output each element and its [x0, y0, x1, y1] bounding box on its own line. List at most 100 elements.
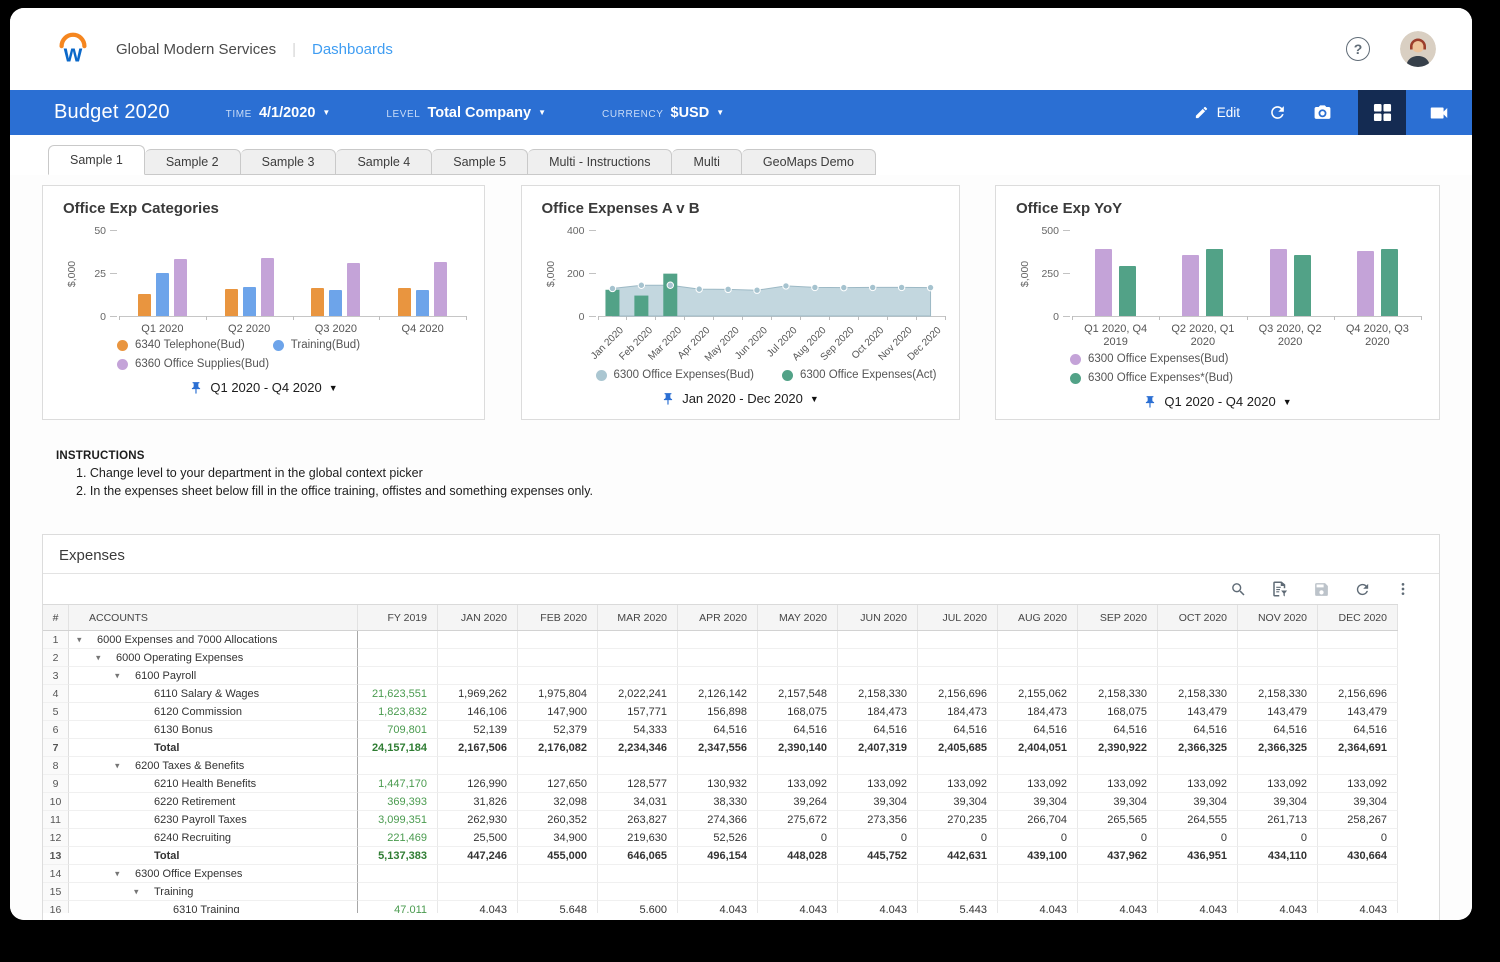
time-range-selector[interactable]: Q1 2020 - Q4 2020 ▼ — [1016, 394, 1419, 409]
time-picker[interactable]: TIME 4/1/2020 ▼ — [226, 105, 331, 121]
collapse-caret-icon[interactable]: ▾ — [96, 652, 101, 663]
bar — [243, 287, 256, 316]
dashboards-link[interactable]: Dashboards — [312, 41, 393, 58]
month-cell: 2,390,140 — [758, 739, 838, 757]
column-header: SEP 2020 — [1078, 605, 1158, 630]
month-cell: 0 — [1078, 829, 1158, 847]
row-number: 4 — [43, 685, 69, 703]
time-range-label: Q1 2020 - Q4 2020 — [1164, 394, 1275, 409]
month-cell: 184,473 — [918, 703, 998, 721]
help-icon[interactable]: ? — [1346, 37, 1370, 61]
collapse-caret-icon[interactable]: ▾ — [115, 868, 120, 879]
x-tick-mark — [1247, 316, 1248, 320]
refresh-icon — [1354, 581, 1371, 598]
row-number: 2 — [43, 649, 69, 667]
tab-multi[interactable]: Multi — [672, 149, 741, 175]
month-cell: 64,516 — [918, 721, 998, 739]
month-cell — [998, 667, 1078, 685]
refresh-button[interactable] — [1268, 103, 1287, 122]
legend-item: 6340 Telephone(Bud) — [117, 337, 245, 353]
tab-bar: Sample 1Sample 2Sample 3Sample 4Sample 5… — [10, 145, 1472, 175]
instructions-title: INSTRUCTIONS — [56, 450, 1440, 462]
table-row: 1▾6000 Expenses and 7000 Allocations — [43, 631, 1398, 649]
tab-multi-instructions[interactable]: Multi - Instructions — [528, 149, 672, 175]
chart-title: Office Exp YoY — [1016, 200, 1419, 217]
month-cell: 2,156,696 — [918, 685, 998, 703]
save-icon — [1313, 581, 1330, 598]
collapse-caret-icon[interactable]: ▾ — [115, 760, 120, 771]
level-picker[interactable]: LEVEL Total Company ▼ — [386, 105, 546, 121]
column-header: DEC 2020 — [1318, 605, 1398, 630]
collapse-caret-icon[interactable]: ▾ — [115, 670, 120, 681]
column-header: AUG 2020 — [998, 605, 1078, 630]
fy2019-cell: 3,099,351 — [358, 811, 438, 829]
month-cell: 4,043 — [1158, 901, 1238, 913]
chevron-down-icon: ▼ — [1283, 397, 1292, 407]
tab-sample-4[interactable]: Sample 4 — [336, 149, 432, 175]
month-cell — [1158, 631, 1238, 649]
month-cell — [838, 649, 918, 667]
y-tick-label: 500 — [1041, 226, 1059, 236]
account-label: 6310 Training — [173, 904, 240, 914]
account-cell: ▾6300 Office Expenses — [69, 865, 358, 883]
edit-button[interactable]: Edit — [1194, 105, 1240, 120]
month-cell: 448,028 — [758, 847, 838, 865]
table-row: 13Total5,137,383447,246455,000646,065496… — [43, 847, 1398, 865]
save-button[interactable] — [1313, 581, 1330, 598]
month-cell — [1318, 649, 1398, 667]
collapse-caret-icon[interactable]: ▾ — [77, 634, 82, 645]
workday-logo[interactable]: w — [54, 30, 92, 68]
grid-view-button[interactable] — [1358, 90, 1406, 135]
month-cell: 447,246 — [438, 847, 518, 865]
snapshot-button[interactable] — [1313, 103, 1332, 122]
month-cell: 2,364,691 — [1318, 739, 1398, 757]
month-cell: 64,516 — [1318, 721, 1398, 739]
legend-dot-icon — [273, 340, 284, 351]
time-range-selector[interactable]: Q1 2020 - Q4 2020 ▼ — [63, 380, 464, 395]
month-cell: 127,650 — [518, 775, 598, 793]
month-cell — [1238, 865, 1318, 883]
filter-button[interactable] — [1271, 580, 1289, 598]
bar — [174, 259, 187, 316]
tab-sample-3[interactable]: Sample 3 — [241, 149, 337, 175]
currency-picker[interactable]: CURRENCY $USD ▼ — [602, 105, 724, 121]
search-button[interactable] — [1230, 581, 1247, 598]
account-cell: 6130 Bonus — [69, 721, 358, 739]
refresh-table-button[interactable] — [1354, 581, 1371, 598]
month-cell: 265,565 — [1078, 811, 1158, 829]
month-cell: 133,092 — [838, 775, 918, 793]
y-tick-label: 200 — [567, 269, 585, 279]
video-button[interactable] — [1428, 102, 1450, 124]
row-number: 15 — [43, 883, 69, 901]
y-tick-mark — [1063, 230, 1070, 231]
row-number: 7 — [43, 739, 69, 757]
month-cell: 258,267 — [1318, 811, 1398, 829]
month-cell: 2,167,506 — [438, 739, 518, 757]
month-cell — [438, 649, 518, 667]
plot-area: $,0000200400Jan 2020Feb 2020Mar 2020Apr … — [542, 231, 939, 317]
avatar[interactable] — [1400, 31, 1436, 67]
more-menu-button[interactable] — [1395, 581, 1411, 597]
account-cell: 6110 Salary & Wages — [69, 685, 358, 703]
month-cell: 52,139 — [438, 721, 518, 739]
legend-dot-icon — [117, 359, 128, 370]
tab-sample-2[interactable]: Sample 2 — [145, 149, 241, 175]
row-number: 10 — [43, 793, 69, 811]
table-row: 15▾Training — [43, 883, 1398, 901]
column-header: MAR 2020 — [598, 605, 678, 630]
tab-sample-5[interactable]: Sample 5 — [432, 149, 528, 175]
month-cell: 64,516 — [1158, 721, 1238, 739]
kebab-menu-icon — [1395, 581, 1411, 597]
collapse-caret-icon[interactable]: ▾ — [134, 886, 139, 897]
month-cell — [1078, 757, 1158, 775]
month-cell — [1238, 631, 1318, 649]
month-cell: 0 — [838, 829, 918, 847]
month-cell — [598, 883, 678, 901]
tab-sample-1[interactable]: Sample 1 — [48, 145, 145, 175]
month-cell: 2,366,325 — [1238, 739, 1318, 757]
time-range-selector[interactable]: Jan 2020 - Dec 2020 ▼ — [542, 391, 939, 406]
tab-geomaps-demo[interactable]: GeoMaps Demo — [742, 149, 876, 175]
y-tick-label: 250 — [1041, 269, 1059, 279]
month-cell: 4,043 — [438, 901, 518, 913]
bar — [1381, 249, 1398, 316]
